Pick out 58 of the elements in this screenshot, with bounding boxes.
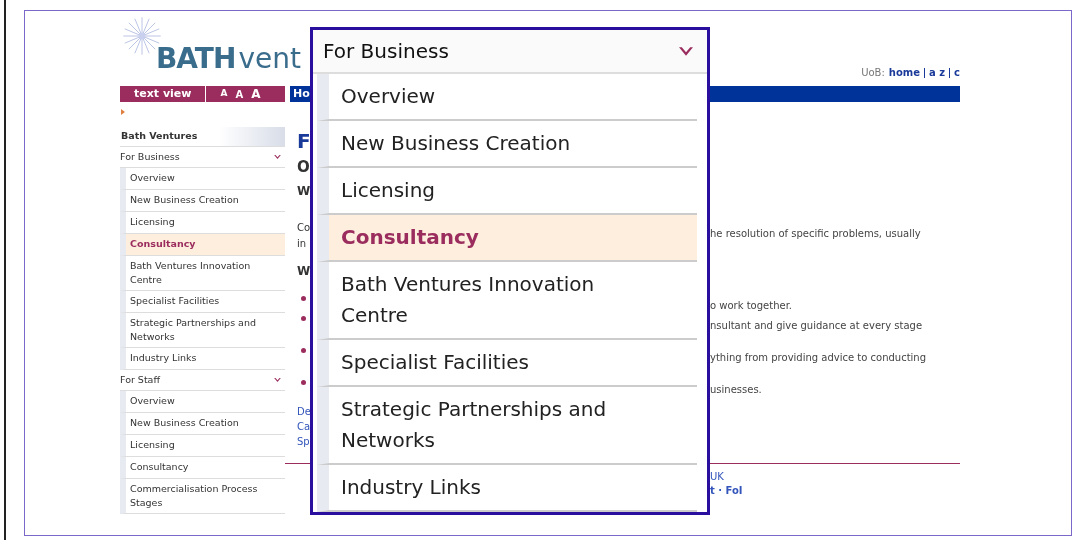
bullet-icon <box>301 316 306 321</box>
sidebar-group[interactable]: For Staff <box>120 370 285 391</box>
sidebar-item[interactable]: Overview <box>120 168 285 190</box>
content-link[interactable]: Sp <box>297 434 310 449</box>
sidebar-item[interactable]: Overview <box>120 391 285 413</box>
text-size-button[interactable]: A <box>235 86 244 102</box>
bullet-text: o work together. <box>710 300 792 311</box>
breadcrumb-arrow-icon <box>121 109 125 115</box>
bullet-icon <box>301 296 306 301</box>
paragraph-text: he resolution of specific problems, usually <box>710 228 921 239</box>
sidebar-item[interactable]: New Business Creation <box>120 190 285 212</box>
chevron-down-icon <box>679 46 693 56</box>
bullet-text: usinesses. <box>710 384 762 395</box>
text-size-button[interactable]: A <box>220 87 228 101</box>
utility-link[interactable]: a z <box>929 65 946 80</box>
magnifier-item[interactable]: Consultancy <box>317 215 697 262</box>
magnifier-item[interactable]: Industry Links <box>317 465 697 512</box>
bullet-text: ything from providing advice to conducting <box>710 352 927 363</box>
logo-text: BATH <box>156 42 236 76</box>
paragraph-text: Co <box>297 221 311 235</box>
utility-label: UoB: <box>861 66 885 80</box>
magnifier-item[interactable]: Specialist Facilities <box>317 340 697 387</box>
page-title: F <box>297 129 311 153</box>
sidebar-item[interactable]: New Business Creation <box>120 413 285 435</box>
section-heading: W <box>297 263 311 280</box>
chevron-down-icon <box>274 378 281 382</box>
chevron-down-icon <box>274 155 281 159</box>
sidebar-item[interactable]: Licensing <box>120 435 285 457</box>
sidebar-header: Bath Ventures <box>120 127 285 147</box>
magnifier-item[interactable]: Overview <box>317 74 697 121</box>
footer-link[interactable]: UK <box>710 470 960 484</box>
text-size-button[interactable]: A <box>251 85 261 103</box>
sidebar-item[interactable]: Strategic Partnerships and Networks <box>120 313 285 348</box>
magnifier-group[interactable]: For Business <box>313 30 707 74</box>
sidebar-item[interactable]: Bath Ventures Innovation Centre <box>120 256 285 291</box>
sidebar-item[interactable]: Industry Links <box>120 348 285 370</box>
sidebar-item[interactable]: Consultancy <box>120 457 285 479</box>
section-title: O <box>297 157 310 177</box>
utility-link[interactable]: c <box>954 65 960 80</box>
utility-link[interactable]: home <box>888 65 920 80</box>
logo-text: vent <box>238 42 301 76</box>
magnifier-item[interactable]: New Business Creation <box>317 121 697 168</box>
bullet-icon <box>301 348 306 353</box>
nav-link[interactable]: Ho <box>290 85 310 103</box>
paragraph-text: in <box>297 237 307 251</box>
magnifier-item[interactable]: Bath Ventures Innovation Centre <box>317 262 697 340</box>
sidebar-item[interactable]: Consultancy <box>120 234 285 256</box>
bullet-text: nsultant and give guidance at every stage <box>710 320 923 331</box>
text-view-link[interactable]: text view <box>120 86 207 102</box>
section-heading: W <box>297 183 311 200</box>
bullet-icon <box>301 380 306 385</box>
footer-link[interactable]: t · FoI <box>710 484 960 498</box>
sidebar-item[interactable]: Commercialisation Process Stages <box>120 479 285 514</box>
content-link[interactable]: De <box>297 404 311 419</box>
magnifier-item[interactable]: Strategic Partnerships and Networks <box>317 387 697 465</box>
content-link[interactable]: Ca <box>297 419 311 434</box>
sidebar-item[interactable]: Specialist Facilities <box>120 291 285 313</box>
sidebar-group[interactable]: For Business <box>120 147 285 168</box>
